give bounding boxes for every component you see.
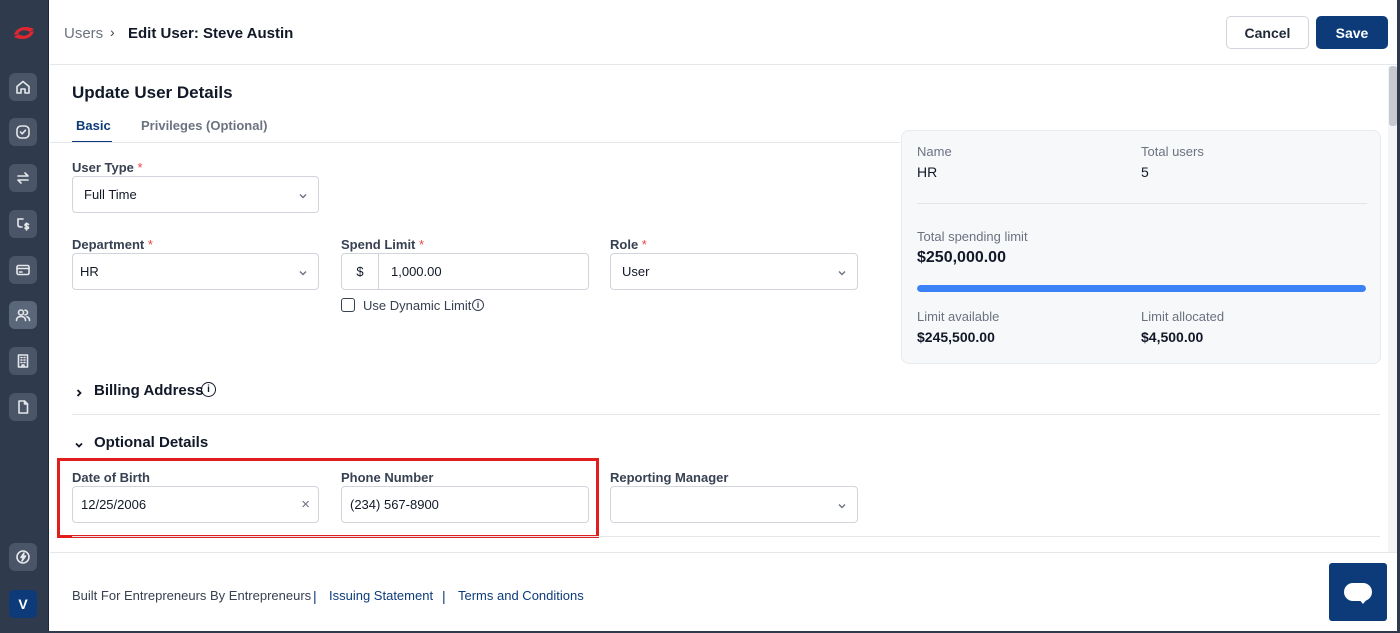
currency-prefix: $ (342, 254, 379, 289)
reporting-manager-select[interactable] (610, 486, 858, 523)
save-button[interactable]: Save (1316, 16, 1388, 49)
info-icon[interactable]: i (201, 382, 216, 397)
user-type-select[interactable]: Full Time (72, 176, 319, 213)
nav-users-button[interactable] (9, 301, 37, 329)
chevron-down-icon (298, 189, 308, 199)
info-icon[interactable]: i (472, 299, 484, 311)
avatar[interactable]: V (9, 590, 37, 618)
nav-transfers-button[interactable] (9, 164, 37, 192)
page-title: Update User Details (72, 83, 233, 102)
cancel-button[interactable]: Cancel (1226, 16, 1309, 49)
dynamic-limit-checkbox[interactable] (341, 298, 355, 312)
required-marker: * (147, 237, 153, 252)
tab-basic[interactable]: Basic (76, 118, 111, 133)
spending-progress-fill (917, 285, 1366, 292)
nav-company-button[interactable] (9, 347, 37, 375)
sidebar: V (0, 0, 49, 633)
spending-progress-bar (917, 285, 1366, 292)
dynamic-limit-label[interactable]: Use Dynamic Limit (363, 298, 471, 313)
chevron-down-icon (298, 266, 308, 276)
department-label: Department * (72, 237, 153, 252)
users-icon (15, 309, 31, 322)
brand-logo[interactable] (10, 22, 38, 44)
chevron-right-icon[interactable] (74, 385, 84, 397)
footer-separator: | (442, 588, 446, 604)
home-icon (16, 80, 30, 94)
total-spending-label: Total spending limit (917, 229, 1028, 244)
department-summary-card: Name HR Total users 5 Total spending lim… (901, 130, 1381, 364)
chevron-down-icon (837, 499, 847, 509)
nav-home-button[interactable] (9, 73, 37, 101)
breadcrumb-current: Edit User: Steve Austin (128, 25, 294, 42)
limit-available-value: $245,500.00 (917, 329, 995, 345)
total-users-label: Total users (1141, 144, 1204, 159)
department-select[interactable]: HR (72, 253, 319, 290)
nav-expenses-button[interactable] (9, 210, 37, 238)
footer-divider (50, 552, 1400, 553)
section-divider (72, 536, 1380, 537)
footer-tagline: Built For Entrepreneurs By Entrepreneurs (72, 588, 312, 603)
nav-documents-button[interactable] (9, 393, 37, 421)
tabs-divider (50, 142, 900, 143)
tab-privileges[interactable]: Privileges (Optional) (141, 118, 267, 133)
chat-support-button[interactable] (1329, 563, 1387, 621)
issuing-statement-link[interactable]: Issuing Statement (329, 588, 433, 603)
billing-address-toggle[interactable]: Billing Address (94, 382, 203, 399)
footer-separator: | (313, 588, 317, 604)
limit-allocated-label: Limit allocated (1141, 309, 1225, 324)
optional-details-toggle[interactable]: Optional Details (94, 434, 208, 451)
nav-cards-button[interactable] (9, 256, 37, 284)
chat-icon (1344, 583, 1372, 604)
check-circle-icon (16, 125, 30, 139)
spend-limit-input[interactable]: $ 1,000.00 (341, 253, 589, 290)
role-label: Role * (610, 237, 647, 252)
section-divider (72, 414, 1380, 415)
required-marker: * (419, 237, 425, 252)
total-users-value: 5 (1141, 164, 1149, 180)
limit-allocated-value: $4,500.00 (1141, 329, 1204, 345)
user-type-label: User Type * (72, 160, 143, 175)
limit-available-label: Limit available (917, 309, 1000, 324)
terms-link[interactable]: Terms and Conditions (458, 588, 584, 603)
nav-approvals-button[interactable] (9, 118, 37, 146)
required-marker: * (641, 237, 647, 252)
avatar-initial: V (18, 596, 28, 612)
breadcrumb-users-link[interactable]: Users (64, 25, 103, 42)
department-value: HR (80, 264, 99, 279)
role-select[interactable]: User (610, 253, 858, 290)
building-icon (17, 354, 29, 368)
page-header: Users › Edit User: Steve Austin Cancel S… (50, 0, 1400, 65)
total-spending-value: $250,000.00 (917, 249, 1006, 266)
card-divider (917, 203, 1367, 204)
name-value: HR (917, 164, 938, 180)
chevron-down-icon (837, 266, 847, 276)
required-marker: * (137, 160, 143, 175)
nav-activity-button[interactable] (9, 543, 37, 571)
breadcrumb-separator: › (110, 24, 115, 40)
spend-limit-label: Spend Limit * (341, 237, 425, 252)
document-icon (18, 400, 29, 414)
lightning-icon (16, 550, 30, 564)
spend-limit-value: 1,000.00 (391, 264, 442, 279)
user-type-value: Full Time (84, 187, 137, 202)
highlight-box (57, 458, 599, 538)
name-label: Name (917, 144, 952, 159)
expense-flow-icon (17, 218, 30, 231)
transfer-icon (17, 172, 29, 184)
role-value: User (622, 264, 650, 279)
chevron-down-icon[interactable] (74, 437, 84, 448)
reporting-manager-label: Reporting Manager (610, 470, 729, 485)
scrollbar-thumb[interactable] (1389, 66, 1397, 126)
card-icon (16, 264, 30, 276)
